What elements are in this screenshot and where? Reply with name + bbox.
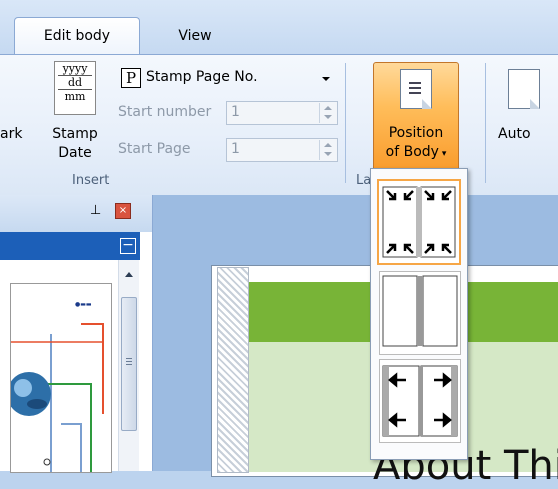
close-icon[interactable]: ×	[115, 203, 131, 219]
group-separator	[345, 63, 346, 183]
spin-arrows-icon[interactable]	[319, 103, 336, 123]
two-pages-icon	[382, 275, 458, 347]
option-two-pages[interactable]	[379, 271, 461, 355]
tab-view[interactable]: View	[165, 18, 225, 54]
chevron-down-icon	[322, 77, 330, 81]
page-thumbnail[interactable]: ●▬▬	[10, 283, 112, 473]
stamp-page-no-label: Stamp Page No.	[146, 69, 258, 85]
document-icon	[508, 69, 540, 109]
side-arrows-icon	[382, 365, 458, 437]
vertical-scrollbar[interactable]	[118, 260, 139, 471]
scroll-up-icon[interactable]	[125, 272, 133, 277]
option-side-arrows[interactable]	[379, 359, 461, 443]
ribbon: ark yyyy dd mm Stamp Date P Stamp Page N…	[0, 54, 558, 196]
start-page-value: 1	[231, 141, 240, 157]
binding-margin	[217, 267, 249, 473]
scroll-thumb[interactable]	[121, 297, 137, 431]
position-of-body-menu	[370, 168, 468, 460]
page-thumbnail-pane: ⊥ × − ●▬▬	[0, 195, 153, 473]
start-page-label: Start Page	[118, 141, 191, 157]
page-number-icon: P	[121, 68, 141, 88]
collapse-icon[interactable]: −	[120, 238, 136, 254]
spin-arrows-icon[interactable]	[319, 140, 336, 160]
pin-icon[interactable]: ⊥	[90, 203, 101, 218]
group-label-insert: Insert	[72, 173, 110, 188]
start-number-label: Start number	[118, 104, 212, 120]
start-page-spinner[interactable]: 1	[226, 138, 338, 162]
chevron-down-icon: ▾	[438, 149, 447, 159]
pane-header: ⊥ ×	[0, 195, 152, 232]
start-number-value: 1	[231, 104, 240, 120]
corners-inward-icon	[382, 186, 456, 258]
ribbon-tab-bar: Edit body View	[0, 0, 558, 56]
calendar-date-icon: yyyy dd mm	[54, 61, 96, 115]
pane-title-bar: −	[0, 232, 140, 260]
stamp-date-line2: Date	[58, 145, 92, 161]
position-of-body-button[interactable]: Position of Body ▾	[373, 62, 459, 174]
document-canvas[interactable]: About Thi	[153, 195, 558, 489]
position-of-body-line1: Position	[388, 125, 444, 141]
start-number-spinner[interactable]: 1	[226, 101, 338, 125]
svg-text:●▬▬: ●▬▬	[75, 301, 92, 308]
document-icon	[400, 69, 432, 109]
tab-edit-body[interactable]: Edit body	[14, 17, 140, 56]
group-label-layout: La	[356, 173, 372, 188]
mark-button-label[interactable]: ark	[0, 125, 22, 144]
stamp-date-line1: Stamp	[52, 126, 98, 142]
group-separator	[485, 63, 486, 183]
position-of-body-line2: of Body ▾	[385, 144, 447, 160]
auto-label: Auto	[498, 126, 531, 142]
option-corners-inward[interactable]	[377, 179, 461, 265]
